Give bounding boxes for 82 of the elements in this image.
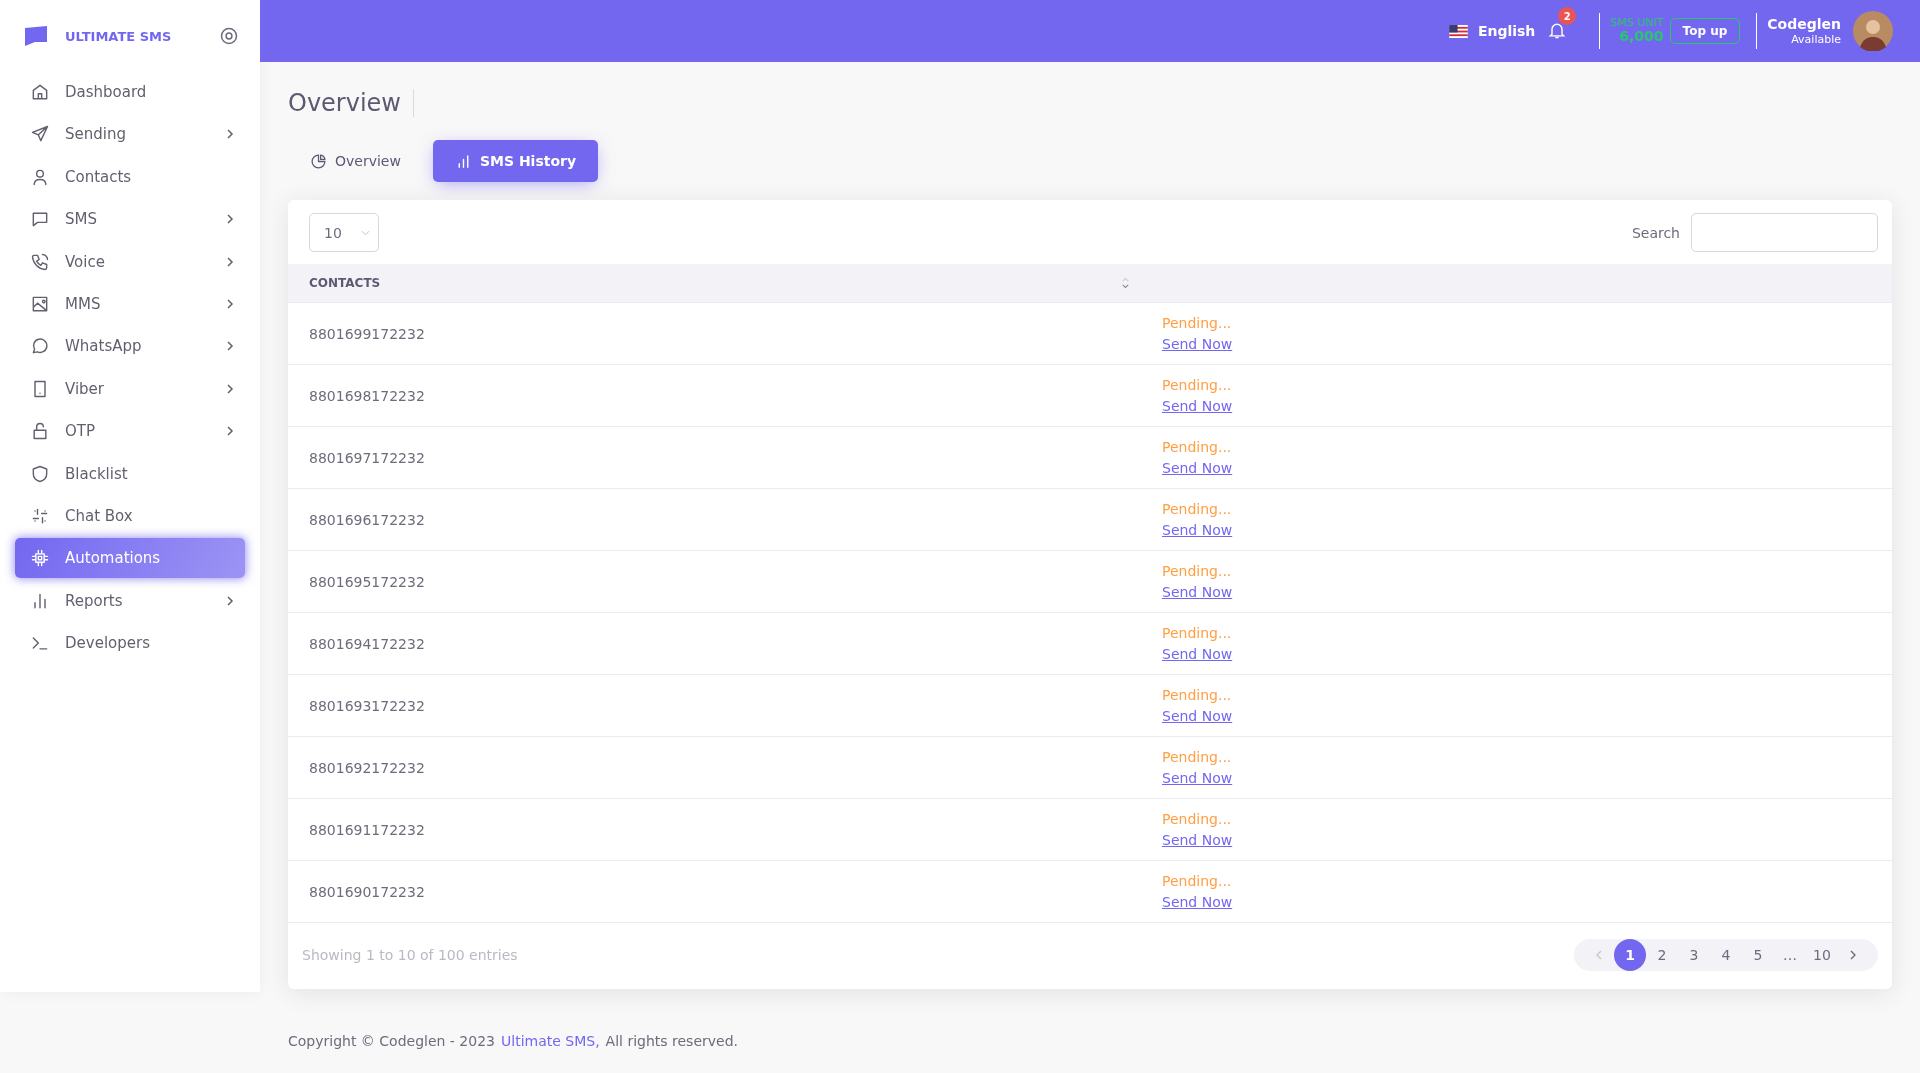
menu-item-icon [30, 251, 50, 272]
page-button[interactable]: 10 [1806, 939, 1838, 971]
send-now-link[interactable]: Send Now [1162, 643, 1233, 664]
contact-number: 8801697172232 [309, 449, 426, 466]
sidebar-item[interactable]: OTP [15, 411, 245, 452]
brand-name: ULTIMATE SMS [65, 28, 173, 44]
sidebar-item[interactable]: Viber [15, 368, 245, 409]
contact-number: 8801690172232 [309, 883, 426, 900]
contact-number: 8801693172232 [309, 697, 426, 714]
send-now-link[interactable]: Send Now [1162, 395, 1233, 416]
send-now-link[interactable]: Send Now [1162, 581, 1233, 602]
sidebar-item[interactable]: WhatsApp [15, 326, 245, 367]
send-now-link[interactable]: Send Now [1162, 457, 1233, 478]
sidebar-item[interactable]: Automations [15, 538, 245, 579]
sidebar-item[interactable]: MMS [15, 283, 245, 324]
contact-number: 8801691172232 [309, 821, 426, 838]
menu-item-icon [30, 463, 50, 484]
sidebar-item[interactable]: Reports [15, 580, 245, 621]
tab[interactable]: SMS History [432, 140, 599, 182]
sidebar-item[interactable]: Sending [15, 114, 245, 155]
user-name: Codeglen [1767, 16, 1841, 33]
contact-number: 8801694172232 [309, 635, 426, 652]
page-button[interactable]: … [1774, 939, 1806, 971]
status-text: Pending... [1162, 748, 1232, 768]
status-text: Pending... [1162, 562, 1232, 582]
chevron-down-icon [361, 229, 370, 236]
menu-item-icon [30, 548, 50, 569]
status-text: Pending... [1162, 810, 1232, 830]
send-now-link[interactable]: Send Now [1162, 891, 1233, 912]
top-up-button[interactable]: Top up [1669, 18, 1741, 44]
status-text: Pending... [1162, 376, 1232, 396]
page-button[interactable]: 5 [1742, 939, 1774, 971]
sidebar-item[interactable]: SMS [15, 199, 245, 240]
sidebar-item[interactable]: Dashboard [15, 72, 245, 112]
contact-number: 8801695172232 [309, 573, 426, 590]
language-selector[interactable]: English [1477, 23, 1536, 39]
search-field[interactable] [1691, 213, 1878, 252]
page-size-select[interactable]: 10 [309, 213, 379, 252]
pie-chart-icon [310, 152, 327, 170]
sms-unit-label: SMS UNIT [1610, 17, 1664, 30]
status-text: Pending... [1162, 872, 1232, 892]
sidebar-item[interactable]: Contacts [15, 156, 245, 197]
sidebar-item[interactable]: Voice [15, 241, 245, 282]
search-label: Search [1631, 224, 1680, 241]
status-text: Pending... [1162, 624, 1232, 644]
page-button[interactable]: 2 [1646, 939, 1678, 971]
send-now-link[interactable]: Send Now [1162, 519, 1233, 540]
rights-text: All rights reserved. [605, 1033, 738, 1049]
user-status: Available [1791, 32, 1841, 46]
flag-icon [1448, 24, 1468, 38]
status-text: Pending... [1162, 314, 1232, 334]
footer-link[interactable]: Ultimate SMS, [501, 1033, 600, 1049]
menu-item-icon [30, 82, 50, 102]
send-now-link[interactable]: Send Now [1162, 767, 1233, 788]
entries-info: Showing 1 to 10 of 100 entries [302, 947, 518, 963]
sidebar-item[interactable]: Chat Box [15, 495, 245, 536]
page-title: Overview [288, 89, 402, 117]
target-icon[interactable] [219, 26, 239, 46]
contact-number: 8801698172232 [309, 387, 426, 404]
tab[interactable]: Overview [288, 140, 423, 182]
sort-icon[interactable] [1121, 276, 1130, 290]
contact-number: 8801696172232 [309, 511, 426, 528]
contact-number: 8801699172232 [309, 325, 426, 342]
page-button[interactable]: 1 [1614, 939, 1646, 971]
copyright-text: Copyright © Codeglen - 2023 [288, 1033, 495, 1049]
status-text: Pending... [1162, 686, 1232, 706]
sidebar-item[interactable]: Developers [15, 623, 245, 664]
status-text: Pending... [1162, 500, 1232, 520]
page-button[interactable]: 3 [1678, 939, 1710, 971]
next-page-icon[interactable] [1848, 949, 1858, 961]
menu-item-icon [30, 421, 50, 442]
column-header[interactable]: CONTACTS [309, 276, 1121, 290]
status-text: Pending... [1162, 438, 1232, 458]
avatar[interactable] [1853, 11, 1893, 51]
page-button[interactable]: 4 [1710, 939, 1742, 971]
notification-badge: 2 [1558, 7, 1577, 25]
send-now-link[interactable]: Send Now [1162, 829, 1233, 850]
sidebar-item[interactable]: Blacklist [15, 453, 245, 494]
send-now-link[interactable]: Send Now [1162, 705, 1233, 726]
sms-unit-value: 6,000 [1619, 29, 1664, 45]
contact-number: 8801692172232 [309, 759, 426, 776]
send-now-link[interactable]: Send Now [1162, 333, 1233, 354]
